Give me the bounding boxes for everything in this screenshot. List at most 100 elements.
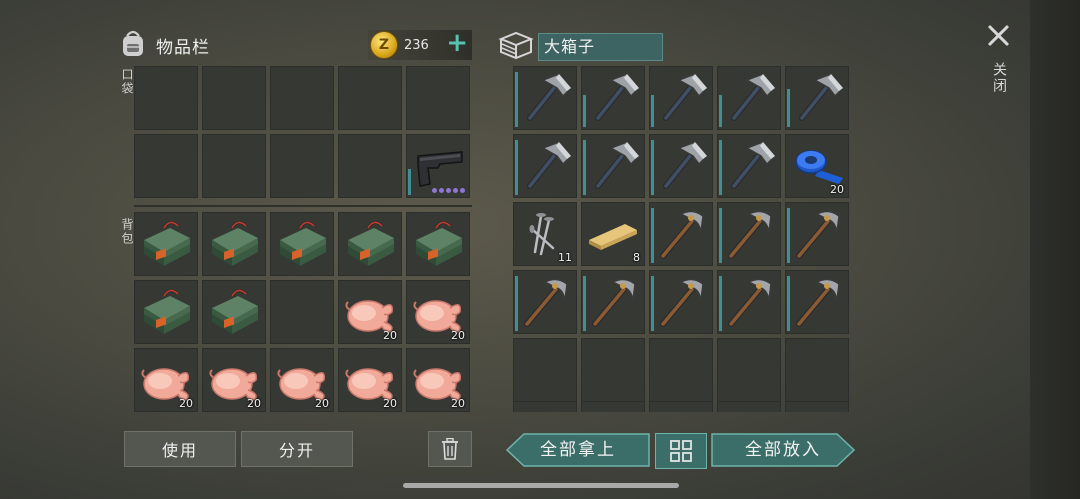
slot-chicken[interactable]: 20 <box>270 348 334 412</box>
chest-name-field[interactable]: 大箱子 <box>538 33 663 61</box>
pickaxe-icon <box>660 278 704 327</box>
hatchet-icon <box>595 73 641 121</box>
slot-explosive[interactable] <box>202 212 266 276</box>
hatchet-icon <box>663 141 709 189</box>
slot-pickaxe[interactable] <box>717 270 781 334</box>
section-divider <box>134 205 472 207</box>
slot-pickaxe[interactable] <box>717 202 781 266</box>
put-all-label: 全部放入 <box>745 440 821 460</box>
hatchet-icon <box>799 73 845 121</box>
slot-hatchet[interactable] <box>513 134 577 198</box>
slot-explosive[interactable] <box>134 280 198 344</box>
inventory-slot[interactable] <box>581 401 645 412</box>
empty-slot[interactable] <box>202 66 266 130</box>
empty-slot[interactable] <box>649 338 713 402</box>
slot-hatchet[interactable] <box>513 66 577 130</box>
hatchet-icon <box>731 73 777 121</box>
coin-icon: Z <box>370 31 398 59</box>
slot-pickaxe[interactable] <box>581 270 645 334</box>
durability-bar <box>515 140 518 195</box>
slot-hatchet[interactable] <box>649 66 713 130</box>
trash-icon <box>442 438 458 460</box>
explosive-icon <box>416 221 462 266</box>
hatchet-icon <box>731 141 777 189</box>
item-count: 8 <box>633 251 640 264</box>
empty-slot[interactable] <box>785 338 849 402</box>
hatchet-icon <box>663 73 709 121</box>
slot-hatchet[interactable] <box>717 66 781 130</box>
inventory-slot[interactable] <box>717 401 781 412</box>
item-count: 20 <box>451 329 465 342</box>
durability-bar <box>719 140 722 195</box>
slot-chicken[interactable]: 20 <box>202 348 266 412</box>
durability-bar <box>583 276 586 331</box>
slot-pickaxe[interactable] <box>785 270 849 334</box>
inventory-slot[interactable] <box>649 401 713 412</box>
use-button[interactable]: 使用 <box>124 431 236 467</box>
durability-bar <box>583 140 586 195</box>
empty-slot[interactable] <box>406 66 470 130</box>
pickaxe-icon <box>796 210 840 259</box>
empty-slot[interactable] <box>134 134 198 198</box>
slot-chicken[interactable]: 20 <box>338 348 402 412</box>
empty-slot[interactable] <box>270 280 334 344</box>
chest-icon <box>498 30 534 64</box>
slot-hatchet[interactable] <box>717 134 781 198</box>
durability-bar <box>515 72 518 127</box>
empty-slot[interactable] <box>581 338 645 402</box>
pickaxe-icon <box>592 278 636 327</box>
close-icon[interactable] <box>985 22 1011 48</box>
right-edge-shade <box>1030 0 1080 499</box>
slot-duct-tape[interactable]: 20 <box>785 134 849 198</box>
empty-slot[interactable] <box>134 66 198 130</box>
empty-slot[interactable] <box>202 134 266 198</box>
slot-chicken[interactable]: 20 <box>406 280 470 344</box>
explosive-icon <box>280 221 326 266</box>
slot-hatchet[interactable] <box>581 66 645 130</box>
slot-hatchet[interactable] <box>785 66 849 130</box>
durability-bar <box>515 276 518 331</box>
slot-plank[interactable]: 8 <box>581 202 645 266</box>
trash-button[interactable] <box>428 431 472 467</box>
slot-pickaxe[interactable] <box>513 270 577 334</box>
slot-pickaxe[interactable] <box>649 202 713 266</box>
slot-explosive[interactable] <box>134 212 198 276</box>
take-all-button[interactable]: 全部拿上 <box>506 433 650 467</box>
slot-explosive[interactable] <box>270 212 334 276</box>
slot-hatchet[interactable] <box>581 134 645 198</box>
split-button[interactable]: 分开 <box>241 431 353 467</box>
slot-chicken[interactable]: 20 <box>338 280 402 344</box>
put-all-button[interactable]: 全部放入 <box>711 433 855 467</box>
slot-explosive[interactable] <box>202 280 266 344</box>
empty-slot[interactable] <box>338 66 402 130</box>
close-label[interactable]: 关闭 <box>989 62 1009 94</box>
slot-explosive[interactable] <box>406 212 470 276</box>
item-count: 20 <box>451 397 465 410</box>
home-indicator <box>403 483 679 488</box>
attachment-dot <box>446 188 451 193</box>
durability-bar <box>787 208 790 263</box>
slot-pickaxe[interactable] <box>649 270 713 334</box>
item-count: 20 <box>315 397 329 410</box>
slot-chicken[interactable]: 20 <box>134 348 198 412</box>
explosive-icon <box>212 289 258 334</box>
slot-chicken[interactable]: 20 <box>406 348 470 412</box>
attachment-dots <box>432 188 465 193</box>
durability-bar <box>583 95 586 127</box>
add-coins-button[interactable]: + <box>446 28 468 58</box>
inventory-slot[interactable] <box>513 401 577 412</box>
slot-explosive[interactable] <box>338 212 402 276</box>
slot-pistol[interactable] <box>406 134 470 198</box>
sort-button[interactable] <box>655 433 707 469</box>
inventory-slot[interactable] <box>785 401 849 412</box>
empty-slot[interactable] <box>270 66 334 130</box>
pickaxe-icon <box>728 210 772 259</box>
empty-slot[interactable] <box>270 134 334 198</box>
slot-nails[interactable]: 11 <box>513 202 577 266</box>
empty-slot[interactable] <box>513 338 577 402</box>
slot-hatchet[interactable] <box>649 134 713 198</box>
empty-slot[interactable] <box>338 134 402 198</box>
slot-pickaxe[interactable] <box>785 202 849 266</box>
pickaxe-icon <box>728 278 772 327</box>
empty-slot[interactable] <box>717 338 781 402</box>
